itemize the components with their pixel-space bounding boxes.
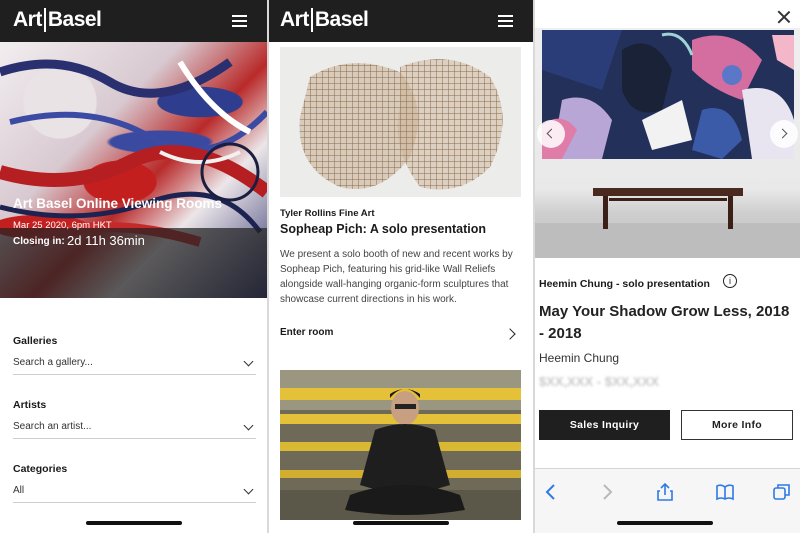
share-icon[interactable] xyxy=(655,483,675,501)
presentation-subtitle: Heemin Chung - solo presentation xyxy=(539,278,710,290)
logo-text-right: Basel xyxy=(314,8,369,31)
next-image-button[interactable] xyxy=(770,120,798,148)
gallery-search-dropdown[interactable]: Search a gallery... xyxy=(13,356,256,375)
artwork-detail-panel: Heemin Chung - solo presentation i May Y… xyxy=(535,0,800,533)
price-range-blurred: $XX,XXX - $XX,XXX xyxy=(539,374,659,389)
logo-text-left: Art xyxy=(280,8,309,31)
home-indicator[interactable] xyxy=(617,521,713,525)
home-indicator[interactable] xyxy=(86,521,182,525)
more-info-button[interactable]: More Info xyxy=(681,410,793,440)
gallery-room-panel: Art Basel Tyler Rollins Fine Art Sopheap … xyxy=(269,0,533,533)
artwork-title: May Your Shadow Grow Less, 2018 - 2018 xyxy=(539,303,790,342)
category-select[interactable]: All xyxy=(13,484,256,503)
chevron-right-icon[interactable] xyxy=(504,328,516,340)
filter-label: Galleries xyxy=(13,335,58,347)
presentation-title[interactable]: Sopheap Pich: A solo presentation xyxy=(280,222,486,236)
artist-search-placeholder: Search an artist... xyxy=(13,421,92,432)
hero-date: Mar 25 2020, 6pm HKT xyxy=(13,220,112,231)
art-basel-logo[interactable]: Art Basel xyxy=(280,8,369,32)
presentation-description: We present a solo booth of new and recen… xyxy=(280,249,513,305)
forward-icon[interactable] xyxy=(597,483,617,501)
bench-and-floor xyxy=(535,188,800,258)
artist-portrait-photo xyxy=(280,370,521,520)
closing-countdown: 2d 11h 36min xyxy=(67,233,145,248)
categories-filter: Categories All xyxy=(13,463,256,503)
closing-label: Closing in: xyxy=(13,236,65,247)
category-selected-value: All xyxy=(13,485,25,496)
artist-name[interactable]: Heemin Chung xyxy=(539,351,619,365)
bookmarks-icon[interactable] xyxy=(715,483,735,501)
painting-image xyxy=(542,30,794,159)
chevron-down-icon xyxy=(243,420,254,431)
grid-relief-artwork xyxy=(299,59,503,190)
sales-inquiry-button[interactable]: Sales Inquiry xyxy=(539,410,670,440)
info-icon[interactable]: i xyxy=(723,274,737,288)
filter-label: Artists xyxy=(13,399,47,411)
chevron-down-icon xyxy=(243,484,254,495)
previous-image-button[interactable] xyxy=(537,120,565,148)
hero-banner[interactable] xyxy=(0,42,267,298)
filter-label: Categories xyxy=(13,463,68,475)
back-icon[interactable] xyxy=(541,483,561,501)
artwork-room-view[interactable] xyxy=(535,28,800,258)
artist-search-dropdown[interactable]: Search an artist... xyxy=(13,420,256,439)
menu-icon[interactable] xyxy=(498,15,513,27)
abstract-painting xyxy=(542,30,794,159)
menu-icon[interactable] xyxy=(232,15,247,27)
artist-photo[interactable] xyxy=(280,370,521,520)
enter-room-link[interactable]: Enter room xyxy=(280,327,333,338)
galleries-filter: Galleries Search a gallery... xyxy=(13,335,256,375)
chevron-right-icon xyxy=(777,128,788,139)
hero-title: Art Basel Online Viewing Rooms xyxy=(13,196,223,211)
logo-text-left: Art xyxy=(13,8,42,31)
chevron-down-icon xyxy=(243,356,254,367)
tabs-icon[interactable] xyxy=(772,483,792,501)
viewing-rooms-panel: Art Basel Art Basel Online Viewing Rooms … xyxy=(0,0,267,533)
top-navigation-bar: Art Basel xyxy=(0,0,267,42)
close-icon[interactable] xyxy=(777,10,791,24)
logo-text-right: Basel xyxy=(47,8,102,31)
artwork-image-grid-relief[interactable] xyxy=(280,47,521,197)
gallery-name[interactable]: Tyler Rollins Fine Art xyxy=(280,208,375,219)
home-indicator[interactable] xyxy=(353,521,449,525)
chevron-left-icon xyxy=(546,128,557,139)
artists-filter: Artists Search an artist... xyxy=(13,399,256,439)
art-basel-logo[interactable]: Art Basel xyxy=(13,8,102,32)
gallery-search-placeholder: Search a gallery... xyxy=(13,357,93,368)
top-navigation-bar: Art Basel xyxy=(269,0,533,42)
